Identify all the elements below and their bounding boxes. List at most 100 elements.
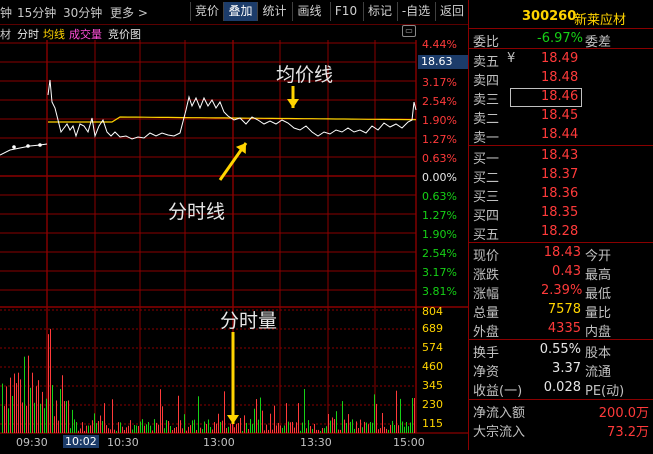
volume-bar <box>126 427 127 433</box>
toolbar-drawline-button[interactable]: 画线 <box>292 2 326 21</box>
period-more-menu[interactable]: 更多 > <box>110 4 148 21</box>
volume-bar <box>196 429 197 433</box>
bid-row[interactable]: 买一 18.43 <box>469 147 653 167</box>
intraday-chart-svg <box>0 40 468 434</box>
quote-row[interactable]: 总量 7578 量比 <box>469 301 653 321</box>
volume-bar <box>312 428 313 433</box>
volume-bar <box>356 421 357 433</box>
flow-row[interactable]: 净流入额 200.0万 <box>469 401 653 421</box>
volume-bar <box>130 420 131 433</box>
volume-bar <box>326 426 327 433</box>
volume-bar <box>376 403 377 433</box>
quote-row[interactable]: 外盘 4335 内盘 <box>469 320 653 340</box>
toolbar-auction-button[interactable]: 竞价 <box>190 2 223 21</box>
volume-bar <box>332 417 333 433</box>
quote-label-secondary: 最低 <box>585 287 612 302</box>
axis-pct-label: 3.81% <box>422 285 457 298</box>
chart-toolbar: 钟 15分钟 30分钟 更多 > 竞价 叠加 统计 画线 F10 标记 -自选 … <box>0 0 468 25</box>
volume-bar <box>4 406 5 433</box>
period-tab-30min[interactable]: 30分钟 <box>63 4 102 21</box>
bid-row[interactable]: 买三 18.36 <box>469 185 653 205</box>
axis-volume-label: 230 <box>422 398 443 411</box>
ask-level-label: 卖四 <box>473 74 500 89</box>
ask-row[interactable]: 卖四 18.48 <box>469 69 653 89</box>
volume-bar <box>410 422 411 433</box>
panel-toggle-icon[interactable]: ▭ <box>402 25 416 37</box>
volume-bar <box>250 419 251 433</box>
period-tab-15min[interactable]: 15分钟 <box>17 4 56 21</box>
quote-value: 4335 <box>547 321 581 336</box>
volume-bar <box>350 421 351 433</box>
volume-bar <box>100 415 101 433</box>
axis-pct-label: 0.63% <box>422 190 457 203</box>
toolbar-stats-button[interactable]: 统计 <box>257 2 291 21</box>
quote-label: 外盘 <box>473 325 500 340</box>
axis-pct-label: 1.90% <box>422 228 457 241</box>
volume-bar <box>104 403 105 433</box>
volume-bar <box>206 423 207 433</box>
toolbar-watchlist-button[interactable]: -自选 <box>397 2 434 21</box>
period-tab-minute[interactable]: 钟 <box>0 4 12 21</box>
bid-price: 18.37 <box>541 167 579 182</box>
volume-bar <box>140 421 141 433</box>
quote-label: 涨跌 <box>473 268 500 283</box>
quote-row[interactable]: 涨跌 0.43 最高 <box>469 263 653 283</box>
volume-bar <box>92 420 93 433</box>
volume-bar <box>96 423 97 433</box>
volume-bar <box>334 419 335 433</box>
volume-bar <box>38 380 39 433</box>
pre-auction-point <box>26 144 30 148</box>
volume-bar <box>72 409 73 433</box>
volume-bar <box>398 425 399 433</box>
toolbar-back-button[interactable]: 返回 <box>435 2 468 21</box>
volume-bar <box>260 397 261 433</box>
volume-bar <box>10 377 11 433</box>
volume-bar <box>224 391 225 433</box>
toolbar-overlay-button[interactable]: 叠加 <box>223 2 257 21</box>
volume-bar <box>216 423 217 433</box>
bid-level-label: 买二 <box>473 171 500 186</box>
toolbar-f10-button[interactable]: F10 <box>330 2 361 21</box>
bid-row[interactable]: 买五 18.28 <box>469 223 653 243</box>
volume-bar <box>128 425 129 433</box>
volume-bar <box>112 399 113 433</box>
quote-label-secondary: 今开 <box>585 249 612 264</box>
flow-row[interactable]: 大宗流入 73.2万 <box>469 420 653 440</box>
stat-row[interactable]: 换手 0.55% 股本 <box>469 341 653 361</box>
ask-row[interactable]: 卖五 18.49 ¥ <box>469 50 653 70</box>
bid-level-label: 买三 <box>473 190 500 205</box>
bid-row[interactable]: 买二 18.37 <box>469 166 653 186</box>
volume-bar <box>220 421 221 433</box>
volume-bar <box>42 391 43 433</box>
stat-value: 3.37 <box>552 361 581 376</box>
stat-row[interactable]: 净资 3.37 流通 <box>469 360 653 380</box>
volume-bar <box>134 425 135 433</box>
volume-bar <box>98 421 99 433</box>
volume-bar <box>88 425 89 433</box>
quote-row[interactable]: 涨幅 2.39% 最低 <box>469 282 653 302</box>
volume-bar <box>180 420 181 433</box>
volume-bar <box>2 383 3 433</box>
ask-row[interactable]: 卖一 18.44 <box>469 126 653 146</box>
volume-bar <box>324 428 325 433</box>
volume-bar <box>74 419 75 433</box>
bid-row[interactable]: 买四 18.35 <box>469 204 653 224</box>
volume-bar <box>16 383 17 433</box>
quote-row[interactable]: 现价 18.43 今开 <box>469 244 653 264</box>
volume-bar <box>122 426 123 433</box>
stat-row[interactable]: 收益(一) 0.028 PE(动) <box>469 379 653 399</box>
volume-bar <box>400 398 401 433</box>
volume-bar <box>284 425 285 433</box>
volume-bar <box>378 429 379 433</box>
bid-level-label: 买四 <box>473 209 500 224</box>
volume-bar <box>162 406 163 433</box>
volume-bar <box>320 430 321 433</box>
ask-row[interactable]: 卖二 18.45 <box>469 107 653 127</box>
quote-label-secondary: 内盘 <box>585 325 612 340</box>
flow-label: 净流入额 <box>473 406 526 421</box>
axis-pct-label: 3.17% <box>422 76 457 89</box>
volume-bar <box>208 419 209 433</box>
toolbar-mark-button[interactable]: 标记 <box>363 2 396 21</box>
volume-bar <box>14 373 15 433</box>
volume-bar <box>136 425 137 433</box>
